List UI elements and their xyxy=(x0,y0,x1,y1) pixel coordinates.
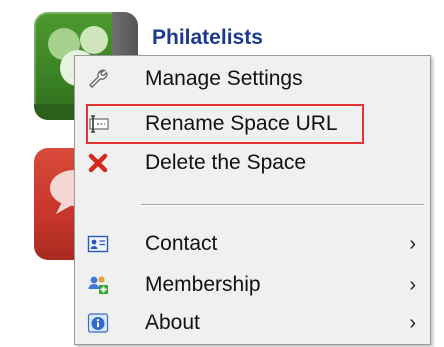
contact-card-icon xyxy=(86,232,110,256)
menu-item-delete-space[interactable]: Delete the Space xyxy=(75,145,430,181)
info-icon xyxy=(86,311,110,335)
menu-item-membership[interactable]: Membership › xyxy=(75,267,430,303)
menu-item-label: Manage Settings xyxy=(145,67,303,90)
menu-separator xyxy=(141,204,424,206)
menu-item-label: Delete the Space xyxy=(145,151,307,174)
delete-x-icon xyxy=(86,151,110,175)
wrench-icon xyxy=(86,67,110,91)
menu-item-manage-settings[interactable]: Manage Settings xyxy=(75,61,430,97)
menu-item-contact[interactable]: Contact › xyxy=(75,226,430,262)
membership-icon xyxy=(86,273,110,297)
chevron-right-icon: › xyxy=(409,273,416,296)
chevron-right-icon: › xyxy=(409,311,416,334)
chevron-right-icon: › xyxy=(409,232,416,255)
space-context-menu: Manage Settings Rename Space URL Delete … xyxy=(74,55,431,345)
menu-item-about[interactable]: About › xyxy=(75,305,430,341)
menu-item-label: Membership xyxy=(145,273,261,296)
menu-item-rename-space-url[interactable]: Rename Space URL xyxy=(75,106,430,142)
menu-item-label: Contact xyxy=(145,232,218,255)
rename-icon xyxy=(86,112,110,136)
stage: Philatelists Manage Settings Rename Spac… xyxy=(0,0,444,347)
menu-item-label: About xyxy=(145,311,200,334)
space-title[interactable]: Philatelists xyxy=(152,26,263,50)
menu-item-label: Rename Space URL xyxy=(145,112,338,135)
